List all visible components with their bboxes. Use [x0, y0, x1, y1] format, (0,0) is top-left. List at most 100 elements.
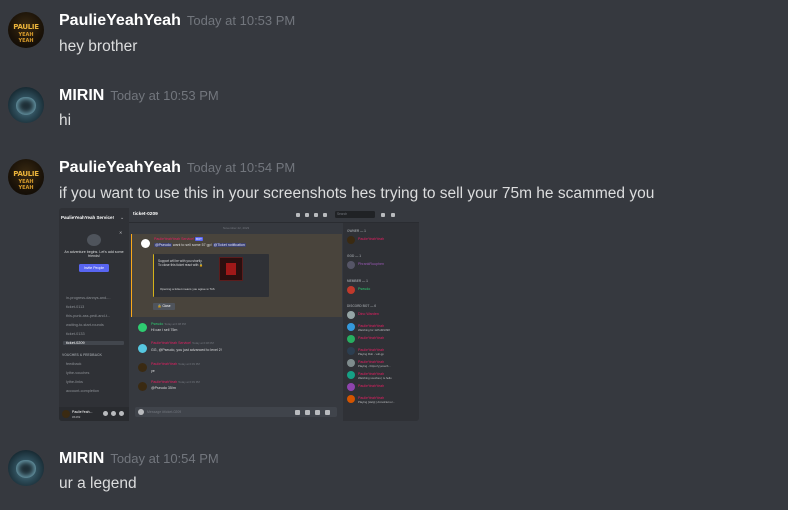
- add-attachment-icon[interactable]: [138, 409, 144, 415]
- member-item[interactable]: Dino Warden: [347, 311, 419, 320]
- message-text: @Pseudo want to sell some 57 gp! @Ticket…: [154, 243, 246, 247]
- embed-thumbnail: [219, 257, 243, 281]
- channel-item[interactable]: account-completion: [66, 389, 99, 393]
- username[interactable]: PaulieYeahYeah: [59, 159, 181, 176]
- channel-item[interactable]: feedback: [66, 362, 81, 366]
- pin-icon[interactable]: [314, 213, 318, 217]
- message-header: PaulieYeahYeah Today at 10:54 PM: [59, 159, 295, 177]
- bot-name: PaulieYeahYeah Service!: [154, 237, 195, 241]
- gift-icon[interactable]: [295, 409, 300, 415]
- avatar[interactable]: [138, 344, 147, 353]
- message-header: PaulieYeahYeah Today at 10:53 PM: [59, 12, 295, 30]
- member-item[interactable]: PaulieYeahYeah: [347, 236, 419, 245]
- role-mention[interactable]: @Ticket notification: [212, 243, 246, 247]
- member-item[interactable]: Pseudo: [347, 286, 419, 295]
- username[interactable]: MIRIN: [59, 450, 104, 467]
- close-icon[interactable]: ✕: [119, 230, 122, 235]
- help-icon[interactable]: [391, 213, 395, 217]
- paulie-avatar[interactable]: PAULIE YEAH YEAH: [8, 12, 44, 48]
- username[interactable]: PaulieYeahYeah: [59, 12, 181, 29]
- avatar-logo-text: PAULIE: [13, 170, 39, 178]
- channel-item[interactable]: ticket-0113: [66, 305, 84, 309]
- message-input[interactable]: Message #ticket-0209: [135, 407, 337, 417]
- member-category: GOD — 1: [347, 254, 361, 258]
- channel-item[interactable]: this-punk-ass-pedi-and-t...: [66, 314, 110, 318]
- timestamp: Today at 10:54 PM: [186, 160, 296, 175]
- member-activity: Playing - https://yyvouch...: [358, 364, 391, 368]
- message-author[interactable]: PaulieYeahYeah Today at 6:09 PM: [151, 380, 200, 384]
- emoji-icon[interactable]: [325, 409, 330, 415]
- member-item[interactable]: PaulieYeahYeah Watching vouches | is.hell…: [347, 371, 419, 380]
- avatar[interactable]: [138, 323, 147, 332]
- image-attachment[interactable]: PaulieYeahYeah Service! ⌄ ✕ An adventure…: [59, 208, 419, 421]
- mirin-avatar[interactable]: [8, 87, 44, 123]
- channel-category[interactable]: VOUCHES & FEEDBACK: [62, 353, 102, 357]
- username[interactable]: MIRIN: [59, 87, 104, 104]
- avatar[interactable]: [62, 410, 70, 418]
- avatar: [347, 311, 355, 319]
- member-name: PaulieYeahYeah: [358, 395, 385, 400]
- sticker-icon[interactable]: [315, 409, 320, 415]
- mic-icon[interactable]: [103, 411, 108, 416]
- search-input[interactable]: Search: [335, 211, 375, 218]
- channel-item[interactable]: ticket-0133: [66, 332, 85, 336]
- channel-header: ticket-0209 Search: [129, 208, 419, 223]
- avatar: [347, 236, 355, 244]
- message-author[interactable]: PaulieYeahYeah Today at 6:09 PM: [151, 362, 200, 366]
- message-author[interactable]: PaulieYeahYeah Service! BOT: [154, 237, 203, 241]
- members-icon[interactable]: [323, 213, 327, 217]
- headphones-icon[interactable]: [111, 411, 116, 416]
- member-name: PaulieYeahYeah: [358, 371, 385, 376]
- member-item[interactable]: PaulieYeahYeah Playing Rob - vull-gp: [347, 347, 419, 356]
- message-author[interactable]: Pseudo Today at 6:08 PM: [151, 322, 186, 326]
- close-ticket-button[interactable]: 🔒 Close: [153, 303, 175, 310]
- avatar[interactable]: [138, 382, 147, 391]
- paulie-avatar[interactable]: PAULIE YEAH YEAH: [8, 159, 44, 195]
- avatar: [347, 261, 355, 269]
- mirin-avatar[interactable]: [8, 450, 44, 486]
- channel-item[interactable]: waiting-to-start-rounds: [66, 323, 104, 327]
- gear-icon[interactable]: [119, 411, 124, 416]
- bot-tag: BOT: [195, 237, 203, 241]
- member-item[interactable]: PaulieYeahYeah Playing [Help] | ArcusNet.…: [347, 395, 419, 404]
- message-text: GG, @Pseudo, you just advanced to level …: [151, 348, 222, 352]
- avatar[interactable]: [138, 363, 147, 372]
- date-divider: November 22, 2023: [222, 226, 250, 230]
- author-name: PaulieYeahYeah: [151, 362, 178, 366]
- message-placeholder: Message #ticket-0209: [147, 409, 182, 414]
- invite-people-button[interactable]: Invite People: [79, 264, 109, 272]
- avatar: [347, 395, 355, 403]
- member-item[interactable]: PaulieYeahYeah: [347, 335, 419, 344]
- member-name: PaulieYeahYeah: [358, 323, 385, 328]
- member-name: PaulieYeahYeah: [358, 347, 385, 352]
- avatar: [347, 286, 355, 294]
- message-author[interactable]: PaulieYeahYeah Service! Today at 6:08 PM: [151, 341, 214, 345]
- member-category: OWNER — 1: [347, 229, 366, 233]
- avatar: [347, 359, 355, 367]
- message-text: Hi can i sell 75m: [151, 328, 178, 332]
- author-name: Pseudo: [151, 322, 164, 326]
- member-item[interactable]: PhrankRuuphen: [347, 261, 419, 270]
- member-category: DISCORD BOT — 6: [347, 304, 377, 308]
- server-name[interactable]: PaulieYeahYeah Service!: [61, 215, 114, 220]
- member-item[interactable]: PaulieYeahYeah Playing - https://yyvouch.…: [347, 359, 419, 368]
- chevron-down-icon[interactable]: ⌄: [120, 215, 124, 221]
- member-name: PaulieYeahYeah: [358, 236, 385, 241]
- member-item[interactable]: PaulieYeahYeah Watching for 1xPoll#1098: [347, 323, 419, 332]
- gif-icon[interactable]: [305, 409, 310, 415]
- member-item[interactable]: PaulieYeahYeah: [347, 383, 419, 392]
- avatar-logo-subtext: YEAH YEAH: [18, 32, 34, 44]
- channel-item-active[interactable]: ticket-0209: [63, 341, 124, 345]
- user-name: PaulieYeah...: [72, 410, 93, 414]
- channel-item[interactable]: in-progress-dannys-and-...: [66, 296, 111, 300]
- timestamp: Today at 10:53 PM: [110, 88, 219, 103]
- channel-item[interactable]: lythe-links: [66, 380, 83, 384]
- threads-icon[interactable]: [296, 213, 300, 217]
- bot-avatar[interactable]: [141, 239, 150, 248]
- inbox-icon[interactable]: [381, 213, 385, 217]
- message-time: Today at 6:09 PM: [178, 380, 200, 384]
- user-mention[interactable]: @Pseudo: [154, 243, 172, 247]
- member-activity: Playing [Help] | ArcusNet.io/...: [358, 400, 395, 404]
- channel-item[interactable]: lythe-vouches: [66, 371, 89, 375]
- bell-icon[interactable]: [305, 213, 309, 217]
